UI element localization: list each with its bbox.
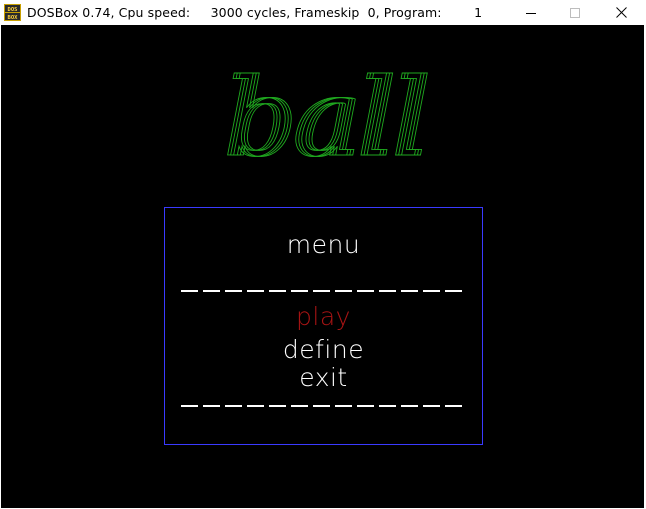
close-button[interactable] xyxy=(598,0,644,25)
separator-top xyxy=(181,290,466,292)
logo-text-3: ball xyxy=(229,65,432,165)
minimize-button[interactable] xyxy=(508,0,554,25)
minimize-icon xyxy=(526,12,536,14)
game-screen[interactable]: ball ball ball menu play define exit xyxy=(1,25,644,508)
menu-panel: menu play define exit xyxy=(164,207,483,445)
menu-item-exit[interactable]: exit xyxy=(165,363,482,392)
svg-text:DOS: DOS xyxy=(8,7,18,13)
dosbox-icon: DOS BOX xyxy=(4,4,21,21)
menu-item-play[interactable]: play xyxy=(165,302,482,331)
menu-item-define[interactable]: define xyxy=(165,335,482,364)
maximize-icon xyxy=(570,7,580,18)
svg-text:BOX: BOX xyxy=(8,15,19,21)
title-bar[interactable]: DOS BOX DOSBox 0.74, Cpu speed: 3000 cyc… xyxy=(0,0,646,25)
close-icon xyxy=(615,7,627,18)
dosbox-window: DOS BOX DOSBox 0.74, Cpu speed: 3000 cyc… xyxy=(0,0,646,509)
maximize-button[interactable] xyxy=(552,0,598,25)
game-logo: ball ball ball xyxy=(223,65,432,165)
menu-title: menu xyxy=(286,230,361,259)
window-title: DOSBox 0.74, Cpu speed: 3000 cycles, Fra… xyxy=(27,5,483,20)
separator-bottom xyxy=(181,405,466,407)
